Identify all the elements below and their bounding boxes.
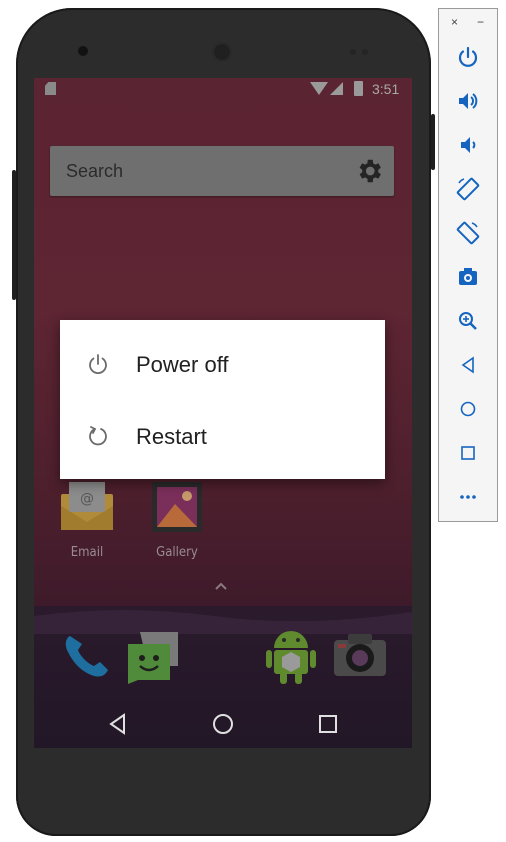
overview-icon[interactable] bbox=[456, 441, 480, 465]
home-icon[interactable] bbox=[456, 397, 480, 421]
gear-icon[interactable] bbox=[354, 156, 384, 186]
status-time: 3:51 bbox=[372, 81, 400, 97]
volume-side-button[interactable] bbox=[12, 170, 16, 300]
wifi-icon bbox=[310, 82, 328, 95]
restart-label: Restart bbox=[136, 424, 207, 449]
email-icon: @ bbox=[61, 482, 113, 530]
recents-icon[interactable] bbox=[316, 712, 340, 736]
volume-up-icon[interactable] bbox=[456, 89, 480, 113]
search-bar[interactable]: Search bbox=[50, 146, 394, 196]
restart-icon bbox=[89, 426, 107, 446]
android-store-icon[interactable] bbox=[264, 626, 318, 686]
screenshot-icon[interactable] bbox=[456, 265, 480, 289]
phone-icon[interactable] bbox=[60, 630, 112, 682]
app-gallery[interactable]: Gallery bbox=[142, 482, 212, 560]
navigation-bar bbox=[34, 700, 412, 748]
app-drawer-chevron-icon[interactable] bbox=[215, 580, 227, 592]
more-icon[interactable] bbox=[456, 485, 480, 509]
rotate-right-icon[interactable] bbox=[456, 221, 480, 245]
rotate-left-icon[interactable] bbox=[456, 177, 480, 201]
power-off-option[interactable]: Power off bbox=[60, 328, 385, 400]
gallery-icon bbox=[152, 482, 202, 532]
search-placeholder: Search bbox=[66, 161, 124, 181]
app-email[interactable]: @ Email bbox=[52, 482, 122, 560]
earpiece-speaker bbox=[212, 42, 232, 62]
proximity-sensor bbox=[350, 49, 356, 55]
power-icon[interactable] bbox=[456, 45, 480, 69]
back-icon[interactable] bbox=[106, 712, 130, 736]
signal-icon bbox=[330, 82, 343, 95]
emulator-toolbar: × − bbox=[438, 8, 498, 522]
power-menu-dialog: Power off Restart bbox=[60, 320, 385, 479]
messenger-icon[interactable] bbox=[126, 630, 184, 684]
zoom-icon[interactable] bbox=[456, 309, 480, 333]
status-bar: 3:51 bbox=[34, 78, 412, 100]
camera-icon[interactable] bbox=[332, 630, 388, 680]
home-icon[interactable] bbox=[211, 712, 235, 736]
back-icon[interactable] bbox=[456, 353, 480, 377]
power-off-label: Power off bbox=[136, 352, 229, 377]
front-camera bbox=[78, 46, 88, 56]
power-icon bbox=[89, 354, 107, 375]
close-icon[interactable]: × bbox=[451, 15, 458, 29]
svg-text:@: @ bbox=[80, 491, 94, 507]
power-side-button[interactable] bbox=[431, 114, 435, 170]
sd-card-icon bbox=[45, 82, 56, 95]
light-sensor bbox=[362, 49, 368, 55]
minimize-icon[interactable]: − bbox=[477, 15, 484, 29]
battery-icon bbox=[354, 81, 363, 96]
restart-option[interactable]: Restart bbox=[60, 400, 385, 472]
app-label-gallery: Gallery bbox=[156, 545, 198, 560]
app-label-email: Email bbox=[70, 545, 104, 560]
volume-down-icon[interactable] bbox=[456, 133, 480, 157]
